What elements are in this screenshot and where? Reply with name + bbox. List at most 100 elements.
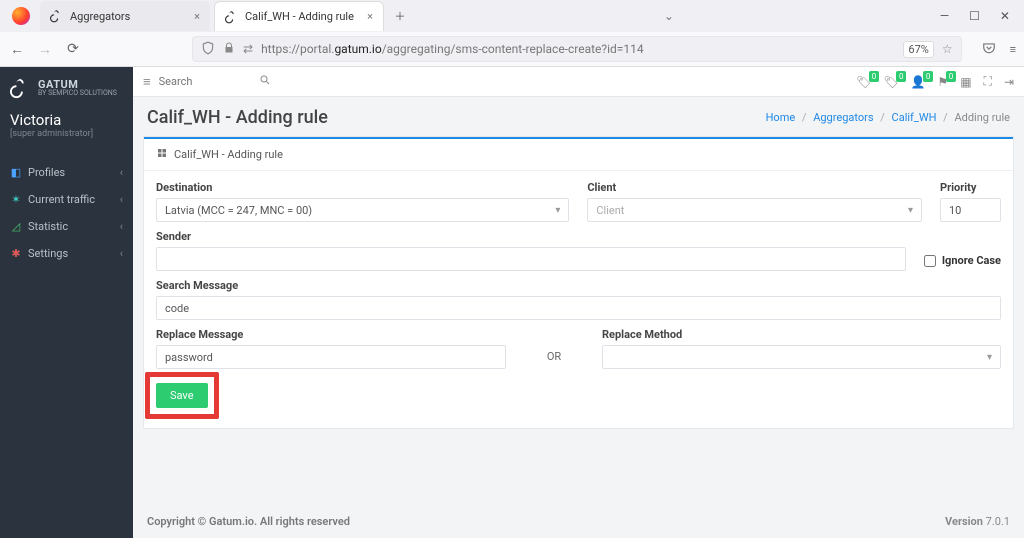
back-button[interactable]: ← — [8, 41, 26, 58]
crumb-home[interactable]: Home — [766, 111, 796, 124]
priority-input[interactable] — [949, 199, 992, 221]
traffic-icon: ✶ — [10, 193, 22, 206]
field-replace-method: Replace Method ▾ — [602, 328, 1001, 369]
badge: 0 — [869, 71, 880, 82]
sidebar-menu: ◧ Profiles ‹ ✶ Current traffic ‹ ◿ Stati… — [0, 159, 133, 267]
topbar-icons: 🏷0 🏷0 👤0 ⚑0 ▦ ⛶ ⇥ — [856, 74, 1014, 89]
sidebar-item-label: Current traffic — [28, 193, 114, 206]
version: Version 7.0.1 — [945, 515, 1010, 528]
maximize-button[interactable]: ☐ — [969, 9, 980, 23]
breadcrumb: Home / Aggregators / Calif_WH / Adding r… — [766, 111, 1010, 124]
new-tab-button[interactable]: ＋ — [388, 8, 412, 24]
url-path: /aggregating/sms-content-replace-create?… — [382, 42, 644, 56]
favicon-icon — [50, 9, 64, 23]
sidebar-item-label: Settings — [28, 247, 114, 260]
sidebar-item-settings[interactable]: ✱ Settings ‹ — [0, 240, 133, 267]
brand: GATUM BY SEMPICO SOLUTIONS — [0, 67, 133, 105]
app-root: GATUM BY SEMPICO SOLUTIONS Victoria [sup… — [0, 67, 1024, 538]
sidebar: GATUM BY SEMPICO SOLUTIONS Victoria [sup… — [0, 67, 133, 538]
browser-chrome: Aggregators × Calif_WH - Adding rule × ＋… — [0, 0, 1024, 67]
zoom-level[interactable]: 67% — [903, 41, 933, 58]
caret-down-icon: ▾ — [987, 352, 992, 363]
chevron-left-icon: ‹ — [120, 220, 123, 233]
shield-icon[interactable] — [201, 41, 215, 58]
reload-button[interactable]: ⟳ — [64, 41, 82, 57]
url-bar[interactable]: ⇄ https://portal.gatum.io/aggregating/sm… — [192, 36, 962, 62]
search-input[interactable] — [159, 72, 269, 92]
user-role: [super administrator] — [10, 129, 123, 139]
replace-method-select[interactable]: ▾ — [602, 345, 1001, 369]
pocket-icon[interactable] — [982, 41, 996, 58]
sidebar-item-current-traffic[interactable]: ✶ Current traffic ‹ — [0, 186, 133, 213]
crumb-aggregators[interactable]: Aggregators — [813, 111, 873, 124]
permissions-icon[interactable]: ⇄ — [243, 42, 253, 56]
sender-input[interactable] — [165, 248, 897, 270]
lock-icon[interactable] — [223, 42, 235, 57]
chevron-left-icon: ‹ — [120, 166, 123, 179]
main: ≡ 🏷0 🏷0 👤0 ⚑0 ▦ ⛶ ⇥ Calif_WH - Adding ru… — [133, 67, 1024, 538]
browser-tab-0[interactable]: Aggregators × — [40, 1, 210, 31]
crumb-current: Adding rule — [954, 111, 1010, 124]
row-3: Search Message — [156, 279, 1001, 320]
ignore-case-wrap: Ignore Case — [924, 250, 1001, 271]
footer: Copyright © Gatum.io. All rights reserve… — [133, 505, 1024, 538]
minimize-button[interactable]: — — [940, 9, 949, 23]
hamburger-icon[interactable]: ≡ — [143, 74, 151, 90]
topbar-icon-4[interactable]: ⚑0 — [937, 75, 948, 89]
client-select[interactable]: Client ▾ — [587, 198, 922, 222]
copyright: Copyright © Gatum.io. All rights reserve… — [147, 515, 350, 528]
topbar-icon-2[interactable]: 🏷0 — [883, 75, 898, 89]
field-client: Client Client ▾ — [587, 181, 922, 222]
badge: 0 — [896, 71, 907, 82]
user-block: Victoria [super administrator] — [0, 105, 133, 143]
search-message-wrap — [156, 296, 1001, 320]
badge: 0 — [923, 71, 934, 82]
row-1: Destination Latvia (MCC = 247, MNC = 00)… — [156, 181, 1001, 222]
app-menu-icon[interactable]: ≡ — [1010, 43, 1016, 56]
sender-input-wrap — [156, 247, 906, 271]
profiles-icon: ◧ — [10, 166, 22, 179]
topbar-icon-1[interactable]: 🏷0 — [856, 75, 871, 89]
logout-icon[interactable]: ⇥ — [1004, 75, 1014, 89]
search-icon[interactable] — [259, 74, 271, 89]
url-prefix: https://portal. — [261, 42, 334, 56]
chrome-right-icons: ≡ — [982, 41, 1016, 58]
flag-icon[interactable]: ▦ — [960, 75, 971, 89]
label-search: Search Message — [156, 279, 1001, 292]
forward-button: → — [36, 41, 54, 58]
bookmark-icon[interactable]: ☆ — [942, 42, 953, 56]
close-icon[interactable]: × — [367, 10, 373, 23]
sidebar-item-statistic[interactable]: ◿ Statistic ‹ — [0, 213, 133, 240]
expand-icon[interactable]: ⛶ — [984, 74, 992, 89]
crumb-entity[interactable]: Calif_WH — [892, 111, 937, 124]
field-replace-message: Replace Message — [156, 328, 506, 369]
search-message-input[interactable] — [165, 297, 992, 319]
browser-tab-1[interactable]: Calif_WH - Adding rule × — [214, 1, 384, 31]
favicon-icon — [225, 10, 239, 24]
label-destination: Destination — [156, 181, 569, 194]
tab-title: Calif_WH - Adding rule — [245, 10, 354, 23]
client-placeholder: Client — [596, 204, 624, 217]
field-destination: Destination Latvia (MCC = 247, MNC = 00)… — [156, 181, 569, 222]
caret-down-icon: ▾ — [908, 205, 913, 216]
panel-head: Calif_WH - Adding rule — [144, 137, 1013, 171]
topbar-icon-3[interactable]: 👤0 — [910, 75, 925, 89]
close-icon[interactable]: × — [194, 10, 200, 23]
tabs-dropdown-icon[interactable]: ⌄ — [664, 9, 674, 23]
ignore-case-checkbox[interactable] — [924, 255, 936, 267]
destination-value: Latvia (MCC = 247, MNC = 00) — [165, 204, 312, 217]
field-sender: Sender — [156, 230, 906, 271]
brand-logo-icon — [10, 77, 32, 99]
save-button[interactable]: Save — [156, 383, 208, 408]
label-client: Client — [587, 181, 922, 194]
firefox-icon — [12, 7, 30, 25]
save-wrap: Save — [156, 383, 208, 408]
destination-select[interactable]: Latvia (MCC = 247, MNC = 00) ▾ — [156, 198, 569, 222]
replace-message-input[interactable] — [165, 346, 497, 368]
sidebar-item-label: Profiles — [28, 166, 114, 179]
panel-body: Destination Latvia (MCC = 247, MNC = 00)… — [144, 171, 1013, 428]
version-label: Version — [945, 515, 986, 528]
url-host: gatum.io — [334, 42, 381, 56]
sidebar-item-profiles[interactable]: ◧ Profiles ‹ — [0, 159, 133, 186]
close-window-button[interactable]: ✕ — [1000, 9, 1010, 23]
